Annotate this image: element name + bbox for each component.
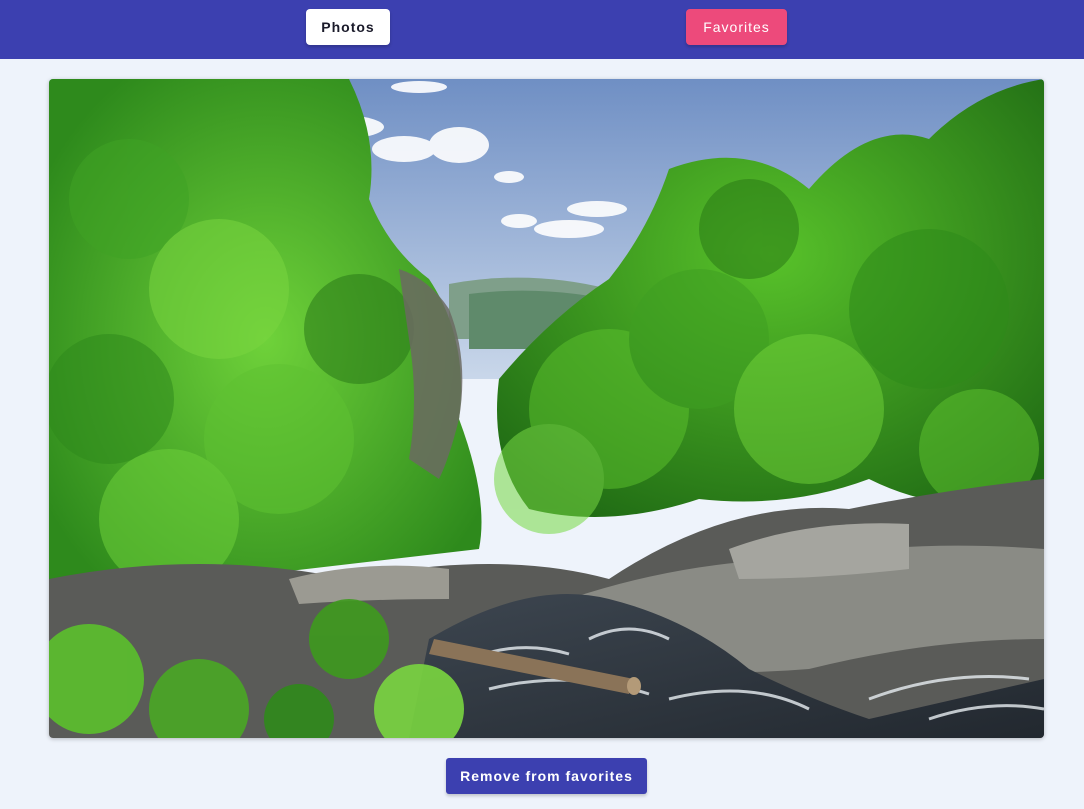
remove-from-favorites-button[interactable]: Remove from favorites: [446, 758, 647, 794]
favorite-photo: [49, 79, 1044, 738]
photos-nav-button[interactable]: Photos: [306, 9, 390, 45]
favorites-nav-button[interactable]: Favorites: [686, 9, 787, 45]
photo-image: [49, 79, 1044, 738]
top-navigation-bar: Photos Favorites: [0, 0, 1084, 59]
